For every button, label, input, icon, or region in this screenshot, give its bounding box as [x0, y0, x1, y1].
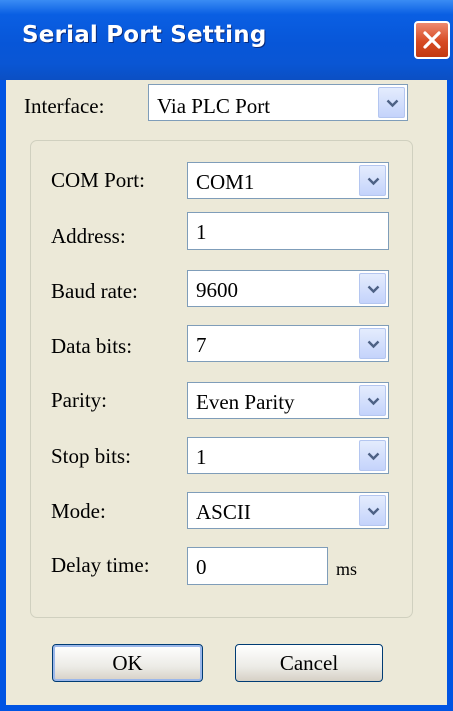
dialog-body: Interface: Via PLC Port COM Port: COM1 A…	[6, 80, 447, 705]
delay-time-label: Delay time:	[51, 553, 150, 577]
com-port-label: COM Port:	[51, 168, 145, 192]
com-port-dropdown-button[interactable]	[359, 165, 386, 196]
mode-dropdown-button[interactable]	[359, 495, 386, 526]
chevron-down-icon	[367, 507, 380, 516]
parity-value: Even Parity	[196, 390, 295, 414]
data-bits-value: 7	[196, 333, 207, 357]
mode-select[interactable]: ASCII	[187, 492, 389, 529]
chevron-down-icon	[367, 397, 380, 406]
window-title: Serial Port Setting	[22, 22, 267, 48]
interface-dropdown-button[interactable]	[378, 87, 405, 118]
baud-rate-select[interactable]: 9600	[187, 270, 389, 307]
delay-time-unit: ms	[336, 559, 358, 579]
interface-value: Via PLC Port	[157, 94, 271, 118]
address-input[interactable]: 1	[187, 212, 389, 250]
delay-time-value: 0	[196, 555, 207, 579]
baud-rate-dropdown-button[interactable]	[359, 273, 386, 304]
com-port-select[interactable]: COM1	[187, 162, 389, 199]
stop-bits-select[interactable]: 1	[187, 437, 389, 474]
chevron-down-icon	[367, 340, 380, 349]
stop-bits-label: Stop bits:	[51, 444, 131, 468]
stop-bits-dropdown-button[interactable]	[359, 440, 386, 471]
data-bits-select[interactable]: 7	[187, 325, 389, 362]
interface-label: Interface:	[24, 94, 105, 118]
chevron-down-icon	[386, 99, 399, 108]
address-value: 1	[196, 220, 207, 244]
mode-value: ASCII	[196, 500, 251, 524]
parity-label: Parity:	[51, 388, 107, 412]
data-bits-label: Data bits:	[51, 334, 133, 358]
chevron-down-icon	[367, 285, 380, 294]
baud-rate-value: 9600	[196, 278, 238, 302]
interface-select[interactable]: Via PLC Port	[148, 84, 408, 121]
data-bits-dropdown-button[interactable]	[359, 328, 386, 359]
ok-button[interactable]: OK	[52, 644, 203, 682]
parity-select[interactable]: Even Parity	[187, 382, 389, 419]
parity-dropdown-button[interactable]	[359, 385, 386, 416]
chevron-down-icon	[367, 177, 380, 186]
dialog-window: Serial Port Setting Interface: Via PLC P…	[0, 0, 453, 711]
stop-bits-value: 1	[196, 445, 207, 469]
mode-label: Mode:	[51, 499, 106, 523]
close-button[interactable]	[414, 21, 450, 59]
close-icon	[423, 31, 441, 49]
baud-rate-label: Baud rate:	[51, 279, 138, 303]
cancel-button[interactable]: Cancel	[235, 644, 383, 682]
chevron-down-icon	[367, 452, 380, 461]
com-port-value: COM1	[196, 170, 255, 194]
address-label: Address:	[51, 224, 126, 248]
title-bar[interactable]: Serial Port Setting	[0, 0, 453, 80]
delay-time-input[interactable]: 0	[187, 547, 328, 585]
